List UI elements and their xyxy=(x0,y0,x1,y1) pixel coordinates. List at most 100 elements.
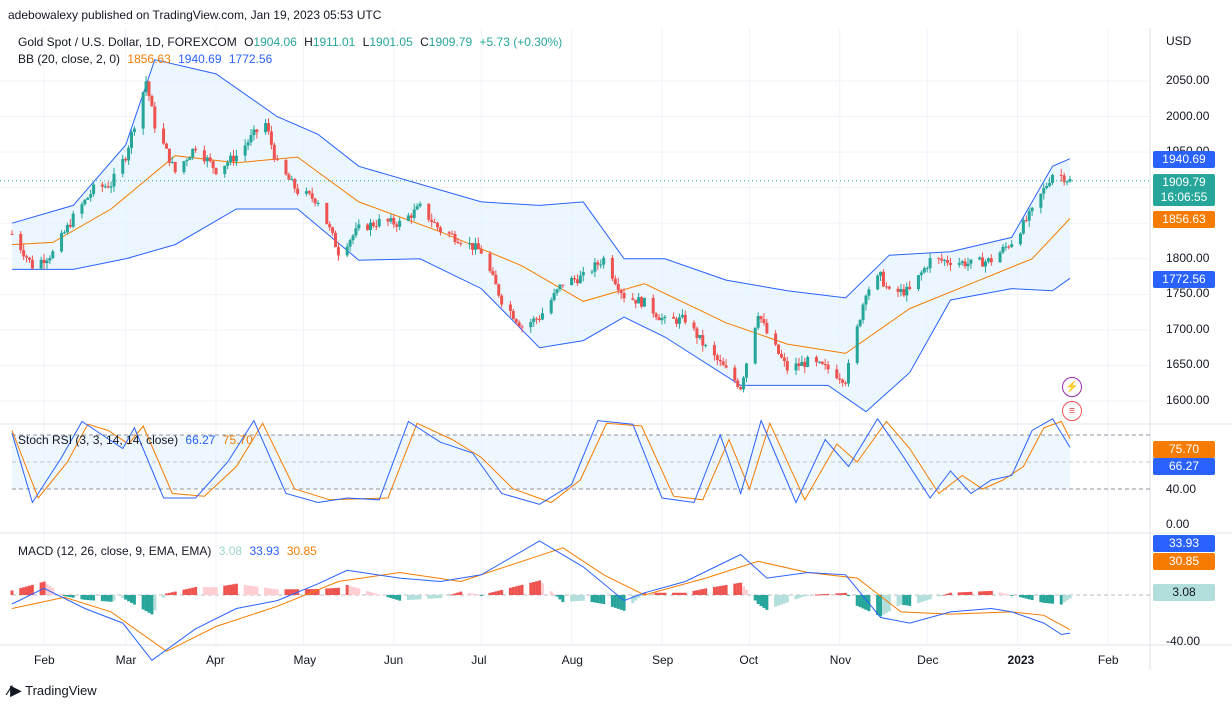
macd-hist-bar xyxy=(838,593,842,595)
candle-body xyxy=(86,197,90,200)
macd-hist-bar xyxy=(132,595,136,605)
macd-hist-bar xyxy=(412,595,416,600)
macd-hist-bar xyxy=(182,589,186,595)
candle-body xyxy=(68,224,72,227)
candle-body xyxy=(109,186,113,188)
candle-body xyxy=(1021,220,1025,234)
macd-hist-bar xyxy=(969,591,973,595)
macd-hist-bar xyxy=(884,595,888,613)
price-tick-label: 1650.00 xyxy=(1166,357,1210,372)
candle-body xyxy=(211,161,215,168)
candle-body xyxy=(902,289,906,296)
price-tick-label: 1800.00 xyxy=(1166,250,1210,265)
candle-body xyxy=(695,328,699,338)
candle-body xyxy=(672,316,676,319)
candle-body xyxy=(92,184,96,195)
macd-hist-bar xyxy=(814,594,818,596)
candle-body xyxy=(817,361,821,363)
macd-hist-bar xyxy=(916,595,920,604)
macd-hist-bar xyxy=(806,595,810,596)
candle-body xyxy=(879,271,883,276)
candle-body xyxy=(272,144,276,160)
macd-hist-bar xyxy=(1045,595,1049,604)
month-label: Aug xyxy=(561,653,583,667)
candle-body xyxy=(844,382,848,384)
candle-body xyxy=(826,364,830,370)
macd-hist-bar xyxy=(826,593,830,595)
macd-hist-bar xyxy=(718,586,722,595)
candle-body xyxy=(103,186,107,188)
bb-legend: BB (20, close, 2, 0) 1856.63 1940.69 177… xyxy=(18,51,276,67)
macd-hist-bar xyxy=(1004,593,1008,595)
candle-body xyxy=(243,145,247,156)
tradingview-logo[interactable]: ⁄▶ TradingView xyxy=(8,682,97,699)
macd-hist-bar xyxy=(459,591,463,595)
macd-hist-bar xyxy=(657,592,661,595)
bb-lower-value: 1772.56 xyxy=(228,52,273,66)
macd-hist-bar xyxy=(1051,595,1055,604)
lightning-icon[interactable]: ⚡ xyxy=(1062,377,1082,397)
candle-body xyxy=(800,361,804,366)
macd-hist-bar xyxy=(438,595,442,598)
macd-hist-bar xyxy=(698,589,702,595)
low-value: 1901.05 xyxy=(369,35,413,49)
candle-body xyxy=(269,131,273,145)
macd-hist-bar xyxy=(456,592,460,595)
macd-hist-bar xyxy=(677,592,681,595)
macd-hist-bar xyxy=(573,595,577,602)
macd-hist-bar xyxy=(762,595,766,608)
candle-body xyxy=(538,318,542,320)
candle-body xyxy=(675,318,679,324)
candle-body xyxy=(881,271,885,287)
month-label: Mar xyxy=(115,653,137,667)
macd-hist-bar xyxy=(602,595,606,604)
candle-body xyxy=(129,131,133,148)
candle-body xyxy=(736,380,740,388)
macd-hist-bar xyxy=(986,591,990,595)
candle-body xyxy=(715,355,719,361)
macd-hist-bar xyxy=(65,595,69,597)
candle-body xyxy=(858,319,862,327)
candle-body xyxy=(328,224,332,228)
macd-hist-bar xyxy=(473,594,477,596)
candle-body xyxy=(864,295,868,305)
candle-body xyxy=(334,233,338,248)
macd-hist-bar xyxy=(1010,595,1014,596)
macd-hist-bar xyxy=(447,595,451,596)
month-label: Jun xyxy=(383,653,404,667)
candle-body xyxy=(823,363,827,365)
macd-hist-bar xyxy=(593,595,597,603)
macd-hist-bar xyxy=(529,582,533,595)
price-tick-label: 1700.00 xyxy=(1166,321,1210,336)
candle-body xyxy=(132,128,136,132)
chart-canvas[interactable] xyxy=(0,0,1232,707)
macd-hist-bar xyxy=(1018,595,1022,598)
rsi-legend: Stoch RSI (3, 3, 14, 14, close) 66.27 75… xyxy=(18,432,257,448)
macd-hist-bar xyxy=(331,588,335,595)
candle-body xyxy=(456,241,460,244)
us-flag-icon[interactable]: ≡ xyxy=(1062,401,1082,421)
macd-hist-bar xyxy=(960,592,964,595)
macd-hist-bar xyxy=(937,595,941,597)
macd-hist-bar xyxy=(371,592,375,595)
macd-hist-bar xyxy=(715,586,719,595)
macd-hist-bar xyxy=(328,588,332,595)
candle-body xyxy=(712,345,716,356)
candle-body xyxy=(599,264,603,266)
candle-body xyxy=(841,379,845,383)
close-tag: 1909.79 16:06:55 xyxy=(1153,174,1215,206)
candle-body xyxy=(106,186,110,188)
macd-hist-bar xyxy=(243,584,247,595)
price-tick-label: 2050.00 xyxy=(1166,73,1210,87)
macd-hist-bar xyxy=(581,595,585,601)
macd-hist-bar xyxy=(744,589,748,595)
candle-body xyxy=(928,258,932,269)
candle-body xyxy=(488,253,492,272)
macd-hist-bar xyxy=(468,593,472,595)
macd-hist-bar xyxy=(1065,595,1069,601)
macd-hist-bar xyxy=(389,595,393,599)
candle-body xyxy=(127,147,131,161)
month-label: Sep xyxy=(651,653,674,667)
candle-body xyxy=(264,123,268,133)
candle-body xyxy=(683,314,687,323)
